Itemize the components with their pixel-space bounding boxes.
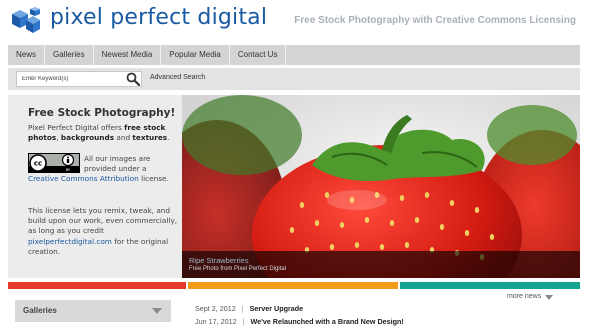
cc-text-2: license. xyxy=(138,174,169,183)
main-nav: News Galleries Newest Media Popular Medi… xyxy=(8,45,580,65)
license-body: This license lets you remix, tweak, and … xyxy=(28,206,178,236)
cc-attribution-link[interactable]: Creative Commons Attribution xyxy=(28,174,139,183)
site-tagline: Free Stock Photography with Creative Com… xyxy=(294,15,576,26)
sidebar-title: Free Stock Photography! xyxy=(28,107,176,119)
svg-text:cc: cc xyxy=(34,160,42,168)
chevron-down-icon xyxy=(152,308,162,314)
intro-and: and xyxy=(114,133,133,143)
cc-notice: All our images are provided under a xyxy=(84,154,180,174)
nav-item-newest-media[interactable]: Newest Media xyxy=(94,45,162,65)
advanced-search-link[interactable]: Advanced Search xyxy=(150,74,205,81)
galleries-dropdown[interactable]: Galleries xyxy=(15,300,171,322)
credit-link[interactable]: pixelperfectdigital.com xyxy=(28,237,112,246)
news-separator: | xyxy=(242,317,245,326)
search-bar: Advanced Search xyxy=(8,68,580,90)
intro-sidebar: Free Stock Photography! Pixel Perfect Di… xyxy=(8,95,182,278)
search-input[interactable] xyxy=(16,71,142,87)
sidebar-intro: Pixel Perfect Digital offers free stock … xyxy=(28,123,180,143)
cubes-logo-icon[interactable] xyxy=(8,6,48,36)
search-icon[interactable] xyxy=(126,72,140,86)
more-news-link[interactable]: more news xyxy=(507,293,541,300)
intro-text: Pixel Perfect Digital offers xyxy=(28,123,125,132)
site-brand[interactable]: pixel perfect digital xyxy=(50,5,267,30)
nav-item-popular-media[interactable]: Popular Media xyxy=(161,45,230,65)
news-title[interactable]: Server Upgrade xyxy=(250,304,304,313)
license-text: This license lets you remix, tweak, and … xyxy=(28,206,178,257)
more-news-arrow-icon[interactable] xyxy=(545,295,553,300)
nav-item-contact-us[interactable]: Contact Us xyxy=(230,45,287,65)
site-header: pixel perfect digital Free Stock Photogr… xyxy=(0,0,590,42)
hero-image[interactable]: Ripe Strawberries Free Photo from Pixel … xyxy=(182,95,580,278)
cc-notice-line2: Creative Commons Attribution license. xyxy=(28,174,180,184)
accent-bar-orange xyxy=(188,282,398,289)
nav-item-galleries[interactable]: Galleries xyxy=(45,45,94,65)
nav-item-news[interactable]: News xyxy=(8,45,46,65)
news-date: Sept 2, 2012 xyxy=(195,304,236,313)
hero-caption: Ripe Strawberries Free Photo from Pixel … xyxy=(182,251,580,278)
news-date: Jun 17, 2012 xyxy=(195,317,237,326)
accent-bar-red xyxy=(8,282,186,289)
news-title[interactable]: We've Relaunched with a Brand New Design… xyxy=(250,317,403,326)
galleries-label: Galleries xyxy=(23,306,57,315)
news-item: Jun 17, 2012 | We've Relaunched with a Bra… xyxy=(195,317,404,329)
intro-period: . xyxy=(167,133,170,143)
creative-commons-by-badge[interactable]: cc BY xyxy=(28,153,80,173)
caption-subtitle: Free Photo from Pixel Perfect Digital xyxy=(189,266,287,272)
caption-title[interactable]: Ripe Strawberries xyxy=(189,256,249,265)
news-item: Sept 2, 2012 | Server Upgrade xyxy=(195,304,303,316)
intro-bold-backgrounds: backgrounds xyxy=(60,133,115,143)
intro-bold-textures: textures xyxy=(132,133,168,143)
news-separator: | xyxy=(241,304,244,313)
cc-text-1: All our images are provided under a xyxy=(84,154,151,174)
accent-bar-teal xyxy=(400,282,580,289)
